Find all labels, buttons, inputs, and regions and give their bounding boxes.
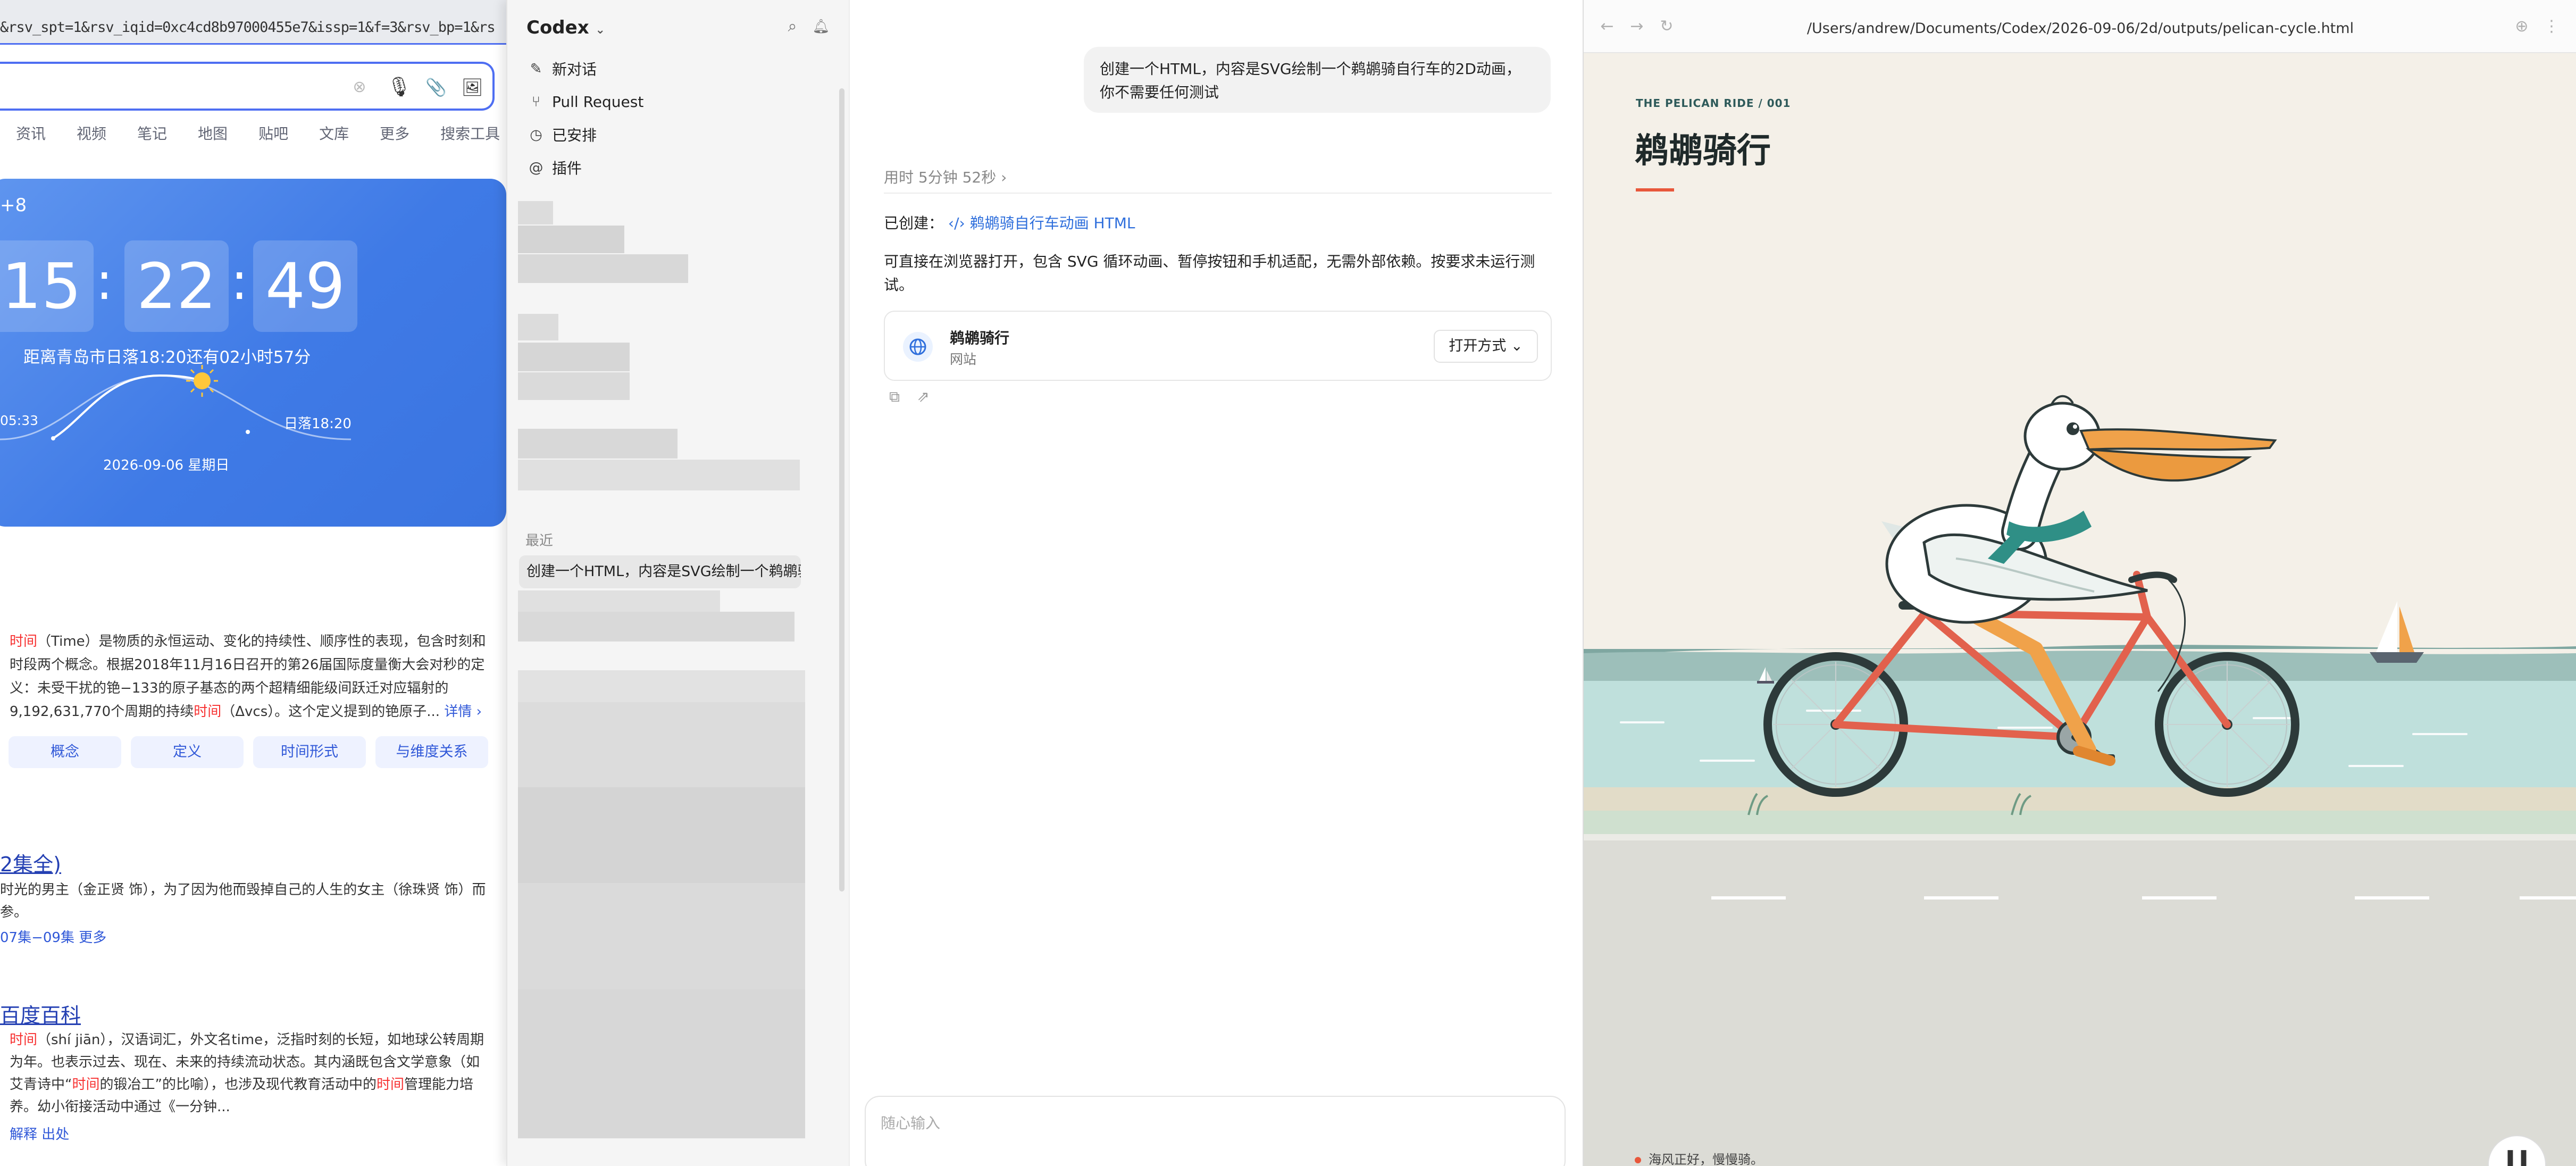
search-nav-tabs: 资讯 视频 笔记 地图 贴吧 文库 更多 搜索工具 xyxy=(16,122,500,144)
sun-arc-graphic xyxy=(0,365,352,440)
card-subtitle: 网站 xyxy=(950,352,977,367)
address-bar[interactable]: &rsv_spt=1&rsv_iqid=0xc4cd8b97000455e7&i… xyxy=(0,0,506,45)
world-clock-card: +8 15 : 22 : 49 距离青岛市日落18:20还有02小时57分 05… xyxy=(0,179,506,527)
chip-definition[interactable]: 定义 xyxy=(131,736,244,768)
chat-input[interactable]: 随心输入 xyxy=(865,1096,1566,1166)
search-input[interactable]: ⊗ 🎙 📎 🖼 xyxy=(0,62,495,111)
hour-digits: 15 xyxy=(0,240,94,332)
chip-time-forms[interactable]: 时间形式 xyxy=(253,736,366,768)
divider xyxy=(884,193,1552,194)
tab-video[interactable]: 视频 xyxy=(77,122,106,144)
topic-chips: 概念 定义 时间形式 与维度关系 xyxy=(9,736,488,768)
search-results-browser: &rsv_spt=1&rsv_iqid=0xc4cd8b97000455e7&i… xyxy=(0,0,506,1166)
definition-snippet: 时间（Time）是物质的永恒运动、变化的持续性、顺序性的表现，包含时刻和时段两个… xyxy=(10,634,486,720)
elapsed-time-toggle[interactable]: 用时 5分钟 52秒 › xyxy=(884,166,1007,187)
share-icon[interactable]: ⇗ xyxy=(913,386,934,407)
sidebar-item-scheduled[interactable]: ◷ 已安排 xyxy=(526,121,597,148)
title-underline xyxy=(1636,188,1674,191)
result-snippet: 时光的男主（金正贤 饰），为了因为他而毁掉自己的人生的女主（徐珠贤 饰）而 参。 xyxy=(0,882,486,920)
recent-chat-item[interactable]: 创建一个HTML，内容是SVG绘制一个鹈鹕骑 xyxy=(519,555,801,588)
tab-more[interactable]: 更多 xyxy=(380,122,409,144)
chat-input-placeholder: 随心输入 xyxy=(881,1114,941,1132)
tab-wenku[interactable]: 文库 xyxy=(319,122,349,144)
app-switcher[interactable]: Codex ⌄ xyxy=(526,17,605,38)
pelican-bike-scene xyxy=(1584,53,2576,1166)
tab-tieba[interactable]: 贴吧 xyxy=(258,122,288,144)
html-preview-browser: ← → ↻ /Users/andrew/Documents/Codex/2026… xyxy=(1583,0,2576,1166)
chat-pane: 创建一个HTML，内容是SVG绘制一个鹈鹕骑自行车的2D动画，你不需要任何测试 … xyxy=(849,0,1583,1166)
sunset-time: 日落18:20 xyxy=(284,416,352,432)
copy-icon[interactable]: ⧉ xyxy=(884,386,905,407)
new-tab-icon[interactable]: ⊕ xyxy=(2511,16,2532,37)
status-dot-icon xyxy=(1635,1157,1641,1163)
result-sublinks[interactable]: 07集−09集 更多 xyxy=(0,927,106,946)
baike-snippet: 时间（shí jiān），汉语词汇，外文名time，泛指时刻的长短，如地球公转周… xyxy=(10,1032,484,1115)
timezone-label: +8 xyxy=(0,195,27,216)
created-label: 已创建： xyxy=(884,214,944,232)
bell-icon[interactable]: 🔔︎ xyxy=(810,16,832,37)
baike-title-link[interactable]: 百度百科 xyxy=(0,999,81,1028)
sidebar-item-new-chat[interactable]: ✎ 新对话 xyxy=(526,55,597,82)
colon-separator: : xyxy=(231,252,248,311)
image-search-icon[interactable]: 🖼 xyxy=(461,76,484,99)
sunrise-time: 05:33 xyxy=(0,413,39,428)
minute-digits: 22 xyxy=(124,240,229,332)
colon-separator: : xyxy=(96,252,113,311)
preview-file-path: /Users/andrew/Documents/Codex/2026-09-06… xyxy=(1806,20,2354,37)
sun-icon xyxy=(194,372,211,389)
result-title-link[interactable]: 2集全) xyxy=(0,848,61,877)
tab-notes[interactable]: 笔记 xyxy=(137,122,167,144)
sidebar-item-plugins[interactable]: @ 插件 xyxy=(526,154,582,181)
more-options-icon[interactable]: ⋮ xyxy=(2541,16,2562,37)
recent-header: 最近 xyxy=(525,533,554,549)
sidebar-scrollbar[interactable] xyxy=(839,88,844,892)
schedule-icon: ◷ xyxy=(530,126,542,143)
page-kicker: THE PELICAN RIDE / 001 xyxy=(1636,97,1791,110)
card-title: 鹈鹕骑行 xyxy=(950,329,1010,347)
new-chat-icon: ✎ xyxy=(530,60,542,77)
tab-news[interactable]: 资讯 xyxy=(16,122,46,144)
chip-concept[interactable]: 概念 xyxy=(9,736,121,768)
open-with-button[interactable]: 打开方式 ⌄ xyxy=(1434,330,1538,363)
url-text: &rsv_spt=1&rsv_iqid=0xc4cd8b97000455e7&i… xyxy=(0,19,496,36)
created-line: 已创建： ‹/› 鹈鹕骑自行车动画 HTML xyxy=(884,212,1135,233)
sidebar-item-pull-request[interactable]: ⑂ Pull Request xyxy=(526,88,643,115)
globe-icon xyxy=(903,332,933,362)
pause-icon: ❚❚ xyxy=(2503,1148,2531,1166)
second-digits: 49 xyxy=(253,240,357,332)
tab-search-tools[interactable]: 搜索工具 xyxy=(440,122,500,144)
details-link[interactable]: 详情 › xyxy=(444,704,482,720)
microphone-icon[interactable]: 🎙 xyxy=(387,76,412,99)
date-label: 2026-09-06 星期日 xyxy=(103,457,230,473)
chevron-down-icon: ⌄ xyxy=(595,23,605,37)
status-caption: 海风正好，慢慢骑。 xyxy=(1635,1149,1763,1166)
search-icon[interactable]: ⌕ xyxy=(782,16,803,37)
page-title: 鹈鹕骑行 xyxy=(1635,131,1771,171)
plugin-icon: @ xyxy=(529,159,543,176)
tab-map[interactable]: 地图 xyxy=(198,122,228,144)
preview-toolbar: ← → ↻ /Users/andrew/Documents/Codex/2026… xyxy=(1584,0,2576,53)
created-file-link[interactable]: ‹/› 鹈鹕骑自行车动画 HTML xyxy=(948,214,1135,232)
pull-request-icon: ⑂ xyxy=(531,93,541,110)
clear-icon[interactable]: ⊗ xyxy=(348,76,371,99)
assistant-response: 可直接在浏览器打开，包含 SVG 循环动画、暂停按钮和手机适配，无需外部依赖。按… xyxy=(884,253,1535,294)
codex-sidebar: Codex ⌄ ⌕ 🔔︎ ✎ 新对话 ⑂ Pull Request ◷ 已安排 @ 插件… xyxy=(506,0,849,1166)
baike-sublinks[interactable]: 解释 出处 xyxy=(10,1123,69,1143)
website-card[interactable]: 鹈鹕骑行 网站 打开方式 ⌄ xyxy=(884,311,1552,381)
chip-dimension[interactable]: 与维度关系 xyxy=(375,736,488,768)
user-message-bubble: 创建一个HTML，内容是SVG绘制一个鹈鹕骑自行车的2D动画，你不需要任何测试 xyxy=(1084,47,1551,113)
keyword-highlight: 时间 xyxy=(10,634,38,649)
attachment-icon[interactable]: 📎 xyxy=(424,76,448,99)
